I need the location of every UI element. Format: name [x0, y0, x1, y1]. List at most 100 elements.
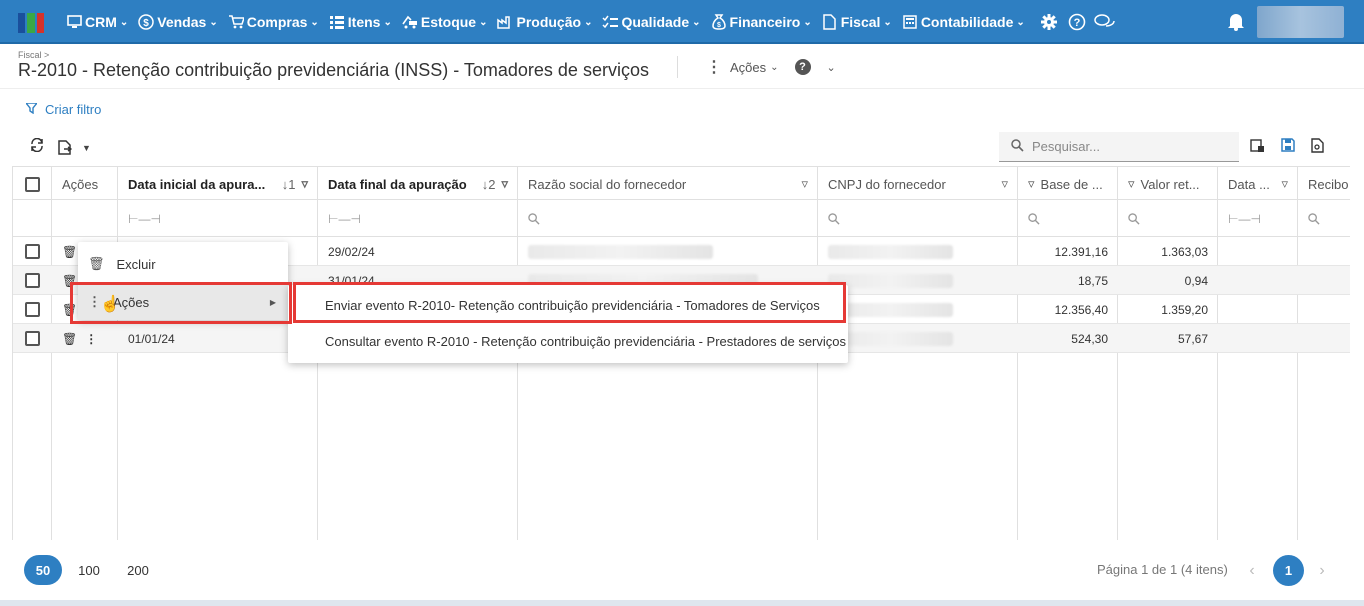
bell-icon[interactable] — [1227, 12, 1245, 36]
nav-qualidade[interactable]: Qualidade ⌄ — [602, 14, 701, 30]
actions-dropdown[interactable]: Ações ⌄ — [730, 60, 779, 75]
page-size-100[interactable]: 100 — [72, 555, 106, 585]
cell-base: 12.391,16 — [1054, 244, 1108, 259]
window-bottom-edge — [0, 600, 1364, 606]
chevron-down-icon: ⌄ — [883, 16, 892, 28]
page-title: R-2010 - Retenção contribuição previdenc… — [18, 60, 649, 80]
items-icon — [329, 14, 345, 30]
menu-item-excluir[interactable]: 🗑 Excluir — [78, 246, 288, 282]
header-divider — [0, 88, 1364, 89]
question-icon[interactable]: ? — [1063, 13, 1091, 31]
filter-icon[interactable]: ▿ — [1281, 176, 1288, 192]
search-input[interactable]: Pesquisar... — [1032, 139, 1100, 154]
row-checkbox[interactable] — [25, 302, 40, 317]
nav-itens[interactable]: Itens ⌄ — [329, 14, 392, 30]
nav-producao-label: Produção — [516, 14, 582, 30]
search-icon[interactable] — [518, 200, 550, 237]
menu-item-excluir-label: Excluir — [116, 256, 156, 272]
search-icon[interactable] — [1298, 200, 1330, 237]
document-icon — [822, 14, 838, 30]
row-select-cell — [13, 266, 52, 295]
header-base[interactable]: ▿ Base de ... — [1018, 167, 1118, 201]
search-icon[interactable] — [1118, 200, 1150, 237]
page-size-200[interactable]: 200 — [121, 555, 155, 585]
cell-valor: 57,67 — [1177, 331, 1208, 346]
header-razao-social[interactable]: Razão social do fornecedor ▿ — [518, 167, 818, 201]
nav-compras[interactable]: Compras ⌄ — [228, 14, 319, 30]
submenu-item-consultar[interactable]: Consultar evento R-2010 - Retenção contr… — [288, 323, 848, 359]
dots-vertical-icon[interactable]: ⋮ — [706, 57, 722, 77]
dots-vertical-icon[interactable]: ⋮ — [85, 332, 97, 346]
header-data-inicial-label: Data inicial da apura... — [128, 176, 266, 192]
filter-icon[interactable]: ▿ — [501, 176, 508, 192]
cell-valor: 1.359,20 — [1161, 302, 1208, 317]
sort-asc-icon[interactable]: ↓1 — [282, 177, 296, 192]
header-acoes: Ações — [52, 167, 118, 201]
save-icon[interactable] — [1281, 138, 1295, 158]
page-size-50[interactable]: 50 — [24, 555, 62, 585]
search-icon[interactable] — [1018, 200, 1050, 237]
row-checkbox[interactable] — [25, 331, 40, 346]
search-icon[interactable] — [818, 200, 850, 237]
title-divider — [677, 56, 678, 78]
nav-crm-label: CRM — [85, 14, 117, 30]
filter-icon[interactable]: ▿ — [801, 176, 808, 192]
chevron-down-icon: ⌄ — [209, 16, 218, 28]
breadcrumb[interactable]: Fiscal > — [18, 50, 49, 60]
trash-icon: 🗑 — [88, 256, 105, 271]
chevron-right-icon[interactable]: › — [1307, 556, 1337, 586]
nav-producao[interactable]: Produção ⌄ — [497, 14, 592, 30]
help-icon[interactable]: ? — [794, 59, 811, 75]
header-cnpj[interactable]: CNPJ do fornecedor ▿ — [818, 167, 1018, 201]
chat-icon[interactable] — [1091, 13, 1119, 31]
caret-down-icon[interactable]: ▼ — [82, 143, 91, 153]
row-checkbox[interactable] — [25, 244, 40, 259]
nav-estoque[interactable]: Estoque ⌄ — [402, 14, 487, 30]
search-box[interactable]: Pesquisar... — [999, 132, 1239, 162]
header-data-final[interactable]: Data final da apuração ↓2 ▿ — [318, 167, 518, 201]
select-all-checkbox[interactable] — [25, 176, 40, 192]
header-recibo[interactable]: Recibo — [1298, 167, 1350, 201]
main-menu: CRM ⌄ $ Vendas ⌄ Compras ⌄ Itens ⌄ Estoque ⌄ … — [66, 0, 1119, 44]
trash-icon[interactable]: 🗑 — [62, 245, 77, 259]
filter-icon[interactable]: ▿ — [301, 176, 308, 192]
nav-vendas[interactable]: $ Vendas ⌄ — [138, 14, 218, 30]
filter-icon[interactable]: ▿ — [1028, 176, 1035, 192]
nav-estoque-label: Estoque — [420, 14, 477, 30]
column-chooser-icon[interactable] — [1250, 138, 1265, 158]
nav-crm[interactable]: CRM ⌄ — [66, 14, 128, 30]
filter-icon[interactable]: ▿ — [1001, 176, 1008, 192]
cell-data-final: 29/02/24 — [328, 244, 375, 259]
range-filter-icon[interactable]: ⊢—⊣ — [318, 200, 371, 237]
page-actions: ⋮ Ações ⌄ ? ⌄ — [706, 57, 836, 77]
gear-icon[interactable] — [1035, 13, 1063, 31]
grid-right-tools — [1250, 138, 1324, 158]
range-filter-icon[interactable]: ⊢—⊣ — [1218, 200, 1271, 237]
range-filter-icon[interactable]: ⊢—⊣ — [118, 200, 171, 237]
row-checkbox[interactable] — [25, 273, 40, 288]
nav-financeiro[interactable]: $ Financeiro ⌄ — [711, 14, 812, 30]
sort-asc-icon[interactable]: ↓2 — [482, 177, 496, 192]
app-logo[interactable] — [18, 13, 44, 33]
cell-base: 524,30 — [1071, 331, 1108, 346]
nav-contabilidade[interactable]: Contabilidade ⌄ — [902, 14, 1025, 30]
chevron-down-icon[interactable]: ⌄ — [827, 61, 836, 74]
trash-icon[interactable]: 🗑 — [62, 332, 77, 346]
page-button-current[interactable]: 1 — [1273, 555, 1304, 586]
chevron-down-icon: ⌄ — [119, 16, 129, 28]
report-icon[interactable] — [1311, 138, 1324, 158]
row-select-cell — [13, 324, 52, 353]
header-data-inicial[interactable]: Data inicial da apura... ↓1 ▿ — [118, 167, 318, 201]
chevron-left-icon[interactable]: ‹ — [1237, 556, 1267, 586]
create-filter-link[interactable]: Criar filtro — [24, 102, 101, 117]
header-valor[interactable]: ▿ Valor ret... — [1118, 167, 1218, 201]
export-icon[interactable]: ▼ — [58, 140, 91, 155]
user-profile[interactable] — [1257, 6, 1344, 38]
refresh-icon[interactable] — [30, 137, 44, 157]
nav-fiscal[interactable]: Fiscal ⌄ — [822, 14, 892, 30]
header-data[interactable]: Data ... ▿ — [1218, 167, 1298, 201]
header-data-final-label: Data final da apuração — [328, 176, 467, 192]
cell-base: 12.356,40 — [1054, 302, 1108, 317]
filter-icon[interactable]: ▿ — [1128, 176, 1135, 192]
nav-contabilidade-label: Contabilidade — [920, 14, 1014, 30]
